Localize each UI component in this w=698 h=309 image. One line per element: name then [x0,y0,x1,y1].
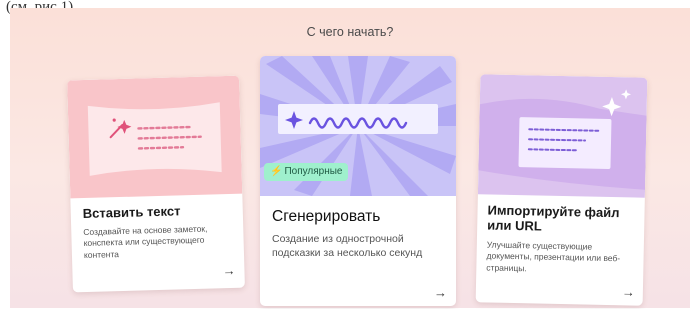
popular-badge-label: Популярные [284,166,343,177]
paste-text-description: Создавайте на основе заметок, конспекта … [83,223,208,260]
generate-description: Создание из однострочной подсказки за не… [272,233,423,260]
import-illustration [477,74,648,198]
arrow-right-icon: → [434,285,447,300]
start-options-panel: С чего начать? Вставить текст Создавайте… [10,8,690,308]
paste-text-illustration [67,75,243,199]
generate-card[interactable]: ⚡ Популярные Сгенерировать Создание из од… [260,56,456,306]
import-description: Улучшайте существующие документы, презен… [486,239,621,274]
paste-text-card[interactable]: Вставить текст Создавайте на основе заме… [67,75,245,293]
lightning-icon: ⚡ [270,166,283,177]
arrow-right-icon: → [222,262,236,279]
import-title: Импортируйте файл или URL [487,202,620,234]
start-heading: С чего начать? [306,25,394,39]
popular-badge: ⚡ Популярные [264,163,349,181]
generate-title: Сгенерировать [272,208,381,225]
import-file-card[interactable]: Импортируйте файл или URL Улучшайте суще… [475,74,648,306]
arrow-right-icon: → [621,284,636,300]
paste-text-title: Вставить текст [82,203,181,222]
